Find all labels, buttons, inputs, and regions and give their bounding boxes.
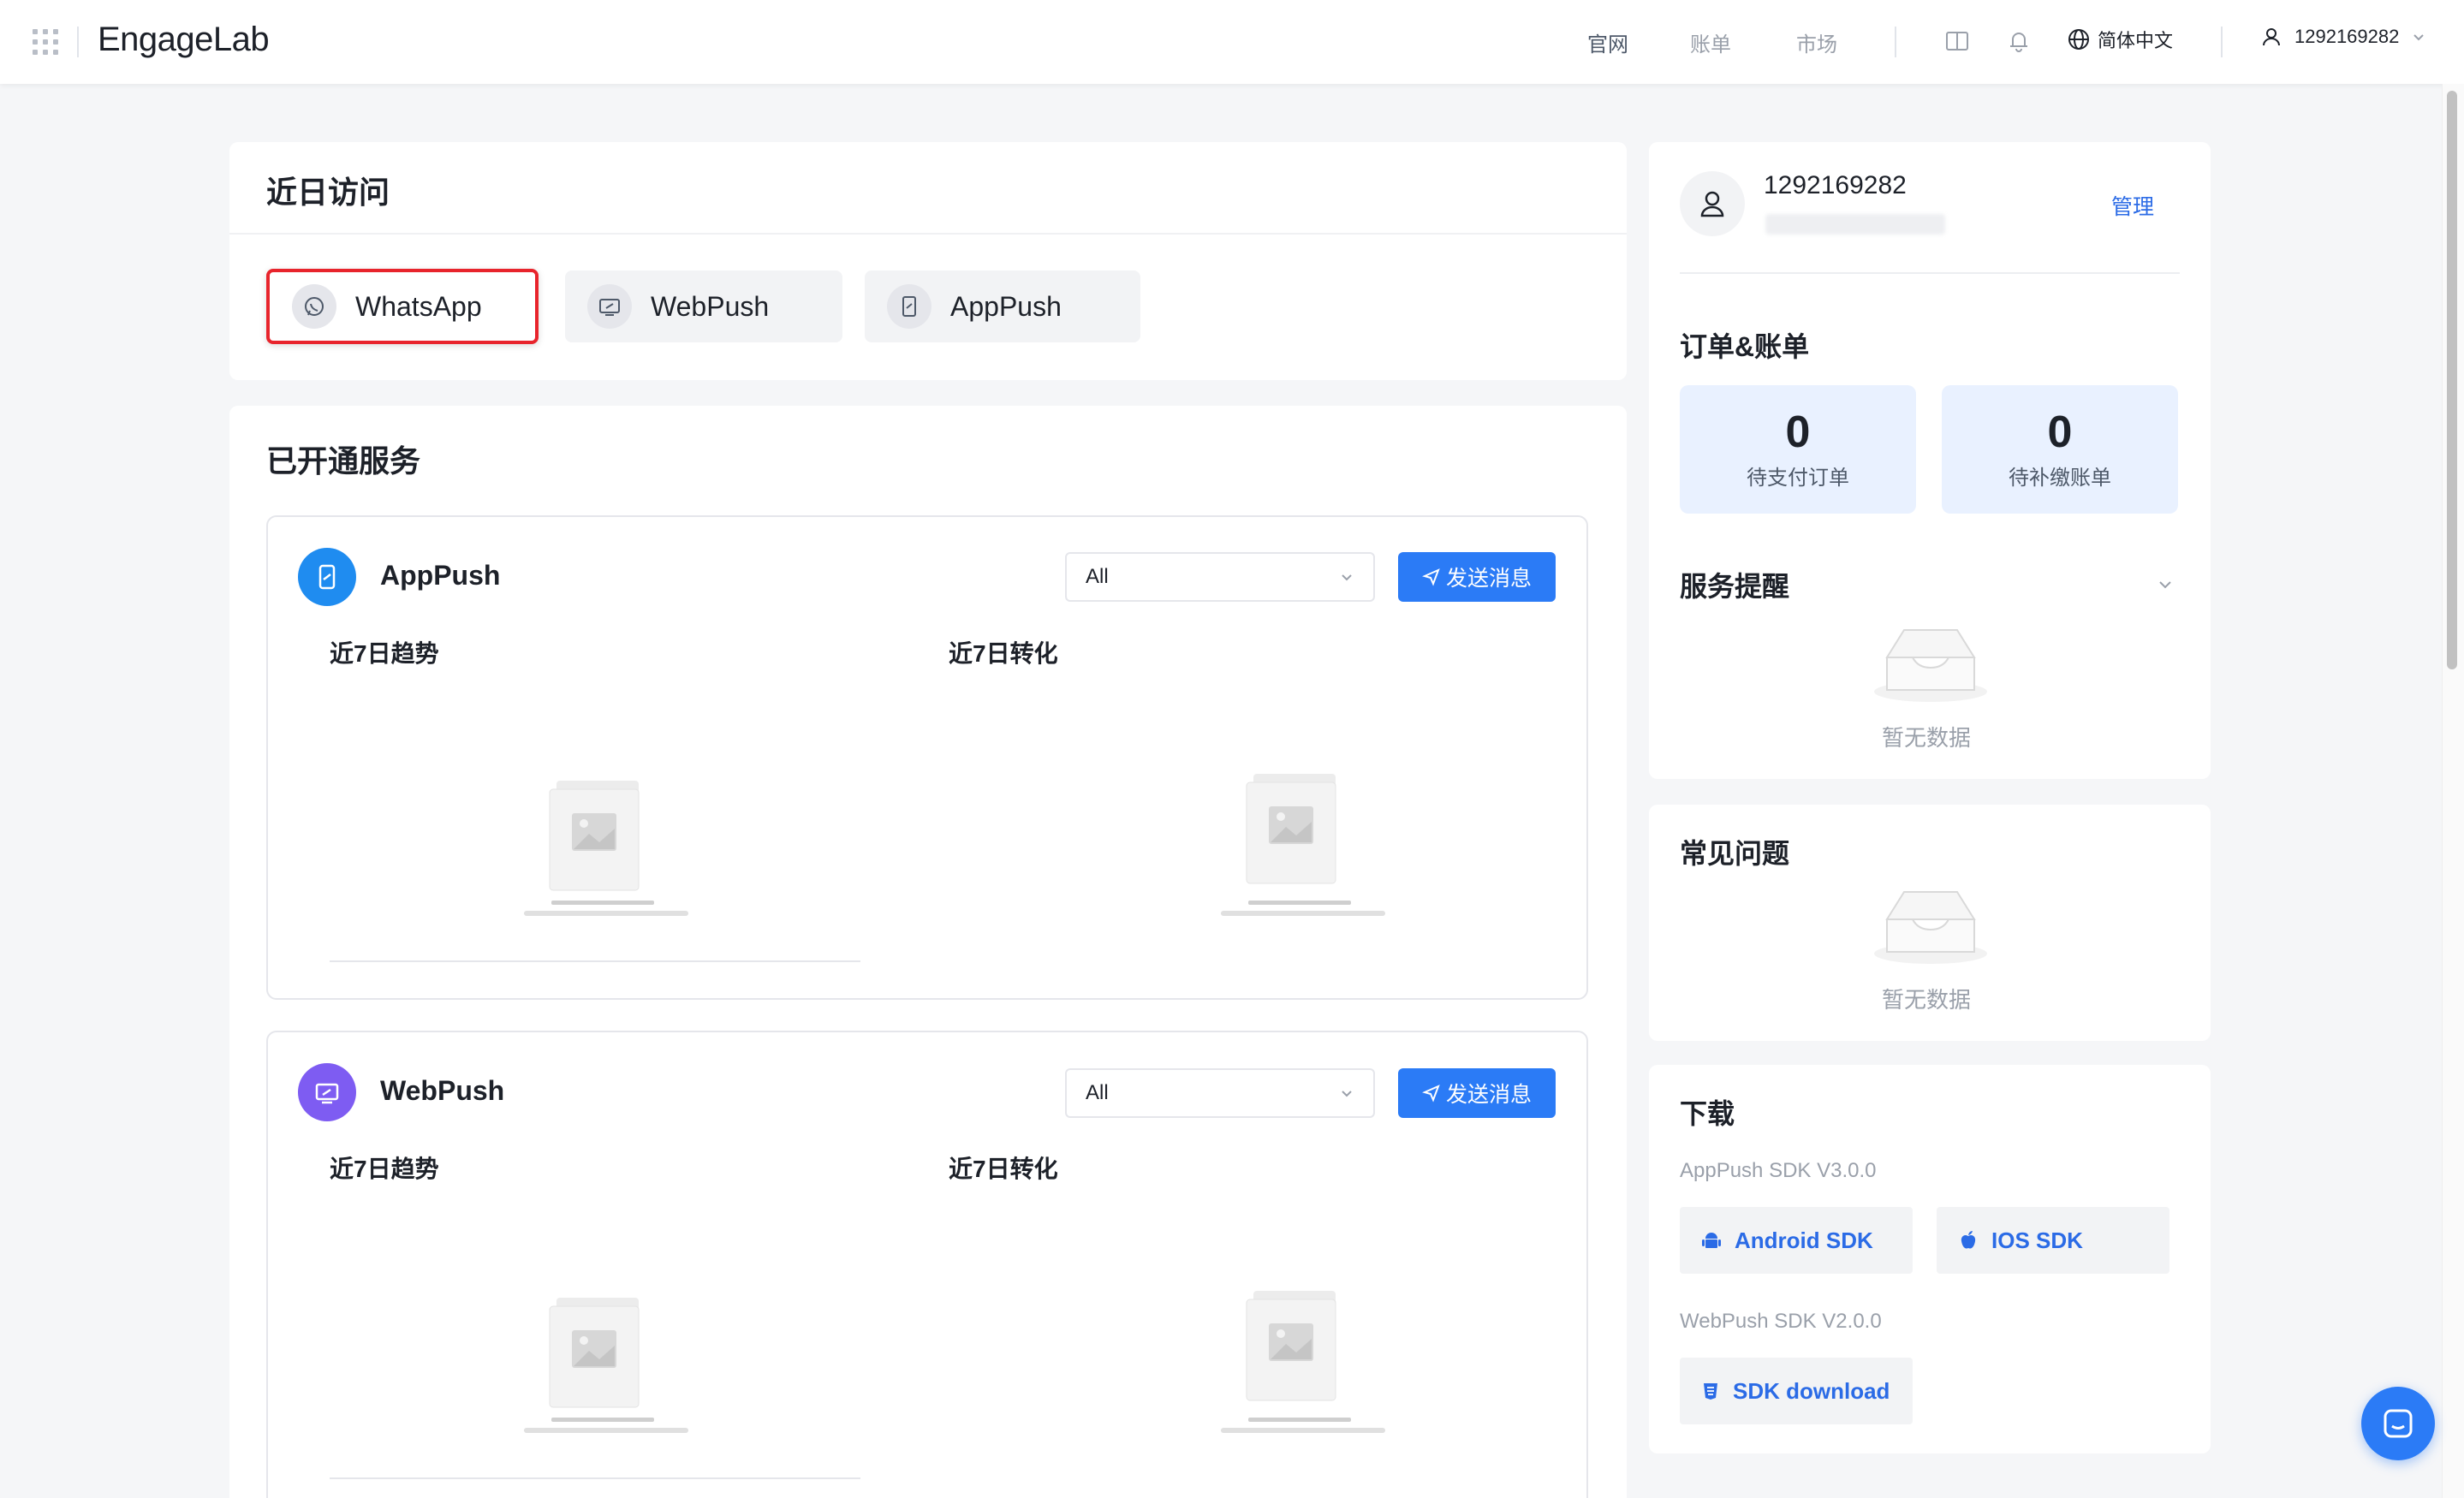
chevron-down-icon [2413,34,2425,41]
reminders-title: 服务提醒 [1680,571,1790,602]
button-label: SDK download [1733,1377,1890,1404]
user-menu[interactable]: 1292169282 [2260,26,2426,48]
android-icon [1702,1233,1721,1248]
quick-access-label: AppPush [950,290,1062,322]
ios-sdk-button[interactable]: IOS SDK [1937,1207,2169,1274]
quick-access-apppush[interactable]: AppPush [865,270,1140,342]
trend-label: 近7日趋势 [330,1156,439,1182]
quick-access-whatsapp[interactable]: WhatsApp [266,269,539,344]
conversion-label: 近7日转化 [949,1156,1058,1182]
divider [1895,27,1896,57]
quick-access-webpush[interactable]: WebPush [565,270,842,342]
divider [1680,272,2180,274]
button-label: IOS SDK [1991,1227,2083,1253]
empty-chart-image-icon [1221,1291,1385,1433]
recent-visits-card [229,142,1627,380]
select-value: All [1086,1081,1109,1104]
book-icon[interactable] [1943,27,1971,55]
chevron-down-icon[interactable] [2156,575,2175,594]
globe-icon [2068,29,2089,50]
send-icon [1422,1085,1440,1103]
whatsapp-icon [292,284,336,329]
language-label: 简体中文 [2098,30,2174,51]
apps-grid-icon[interactable] [33,29,58,55]
chevron-down-icon [1342,574,1352,581]
quick-access-label: WebPush [651,290,770,322]
divider [2221,27,2223,57]
quick-access-label: WhatsApp [355,290,482,322]
empty-state-text: 暂无数据 [1882,987,1972,1013]
apppush-service-icon [298,548,356,606]
avatar[interactable] [1680,171,1745,236]
user-icon [1700,191,1724,217]
nav-bill[interactable]: 账单 [1690,27,1731,57]
stat-value: 0 [1785,407,1811,457]
filter-select[interactable]: All [1065,552,1375,602]
chevron-down-icon [1342,1091,1352,1097]
trend-label: 近7日趋势 [330,640,439,667]
download-title: 下载 [1680,1098,1735,1129]
html5-icon [1704,1383,1717,1400]
conversion-label: 近7日转化 [949,640,1058,667]
nav-official-site[interactable]: 官网 [1587,27,1628,57]
android-sdk-button[interactable]: Android SDK [1680,1207,1913,1274]
filter-select[interactable]: All [1065,1068,1375,1118]
username-label: 1292169282 [2294,26,2400,47]
language-switcher[interactable]: 简体中文 [2067,26,2173,53]
pending-payment-orders[interactable]: 0 待支付订单 [1680,385,1916,514]
button-label: Android SDK [1735,1227,1873,1253]
profile-username: 1292169282 [1764,171,1907,199]
stat-value: 0 [2047,407,2073,457]
service-name: AppPush [380,560,501,591]
redacted-email [1765,214,1945,235]
pending-bills[interactable]: 0 待补缴账单 [1942,385,2178,514]
send-message-button[interactable]: 发送消息 [1398,552,1556,602]
orders-title: 订单&账单 [1680,331,1810,362]
monitor-icon [587,284,632,329]
chat-icon [2384,1409,2413,1438]
divider [77,27,79,57]
select-value: All [1086,565,1109,588]
stat-label: 待支付订单 [1747,467,1849,490]
apppush-sdk-version: AppPush SDK V3.0.0 [1680,1159,1877,1182]
services-title: 已开通服务 [266,443,421,479]
user-icon [2263,28,2280,46]
chart-axis-line [330,960,860,962]
nav-market[interactable]: 市场 [1796,27,1837,57]
phone-icon [887,284,931,329]
send-message-label: 发送消息 [1445,567,1532,591]
sdk-download-button[interactable]: SDK download [1680,1358,1913,1424]
manage-link[interactable]: 管理 [2111,190,2154,221]
empty-chart-image-icon [524,781,688,916]
send-icon [1422,568,1440,586]
empty-box-icon [1874,629,1987,702]
stat-label: 待补缴账单 [2009,467,2111,490]
recent-visits-title: 近日访问 [266,175,390,210]
empty-chart-image-icon [1221,774,1385,916]
scrollbar-thumb[interactable] [2447,91,2457,669]
faq-title: 常见问题 [1680,838,1790,869]
service-name: WebPush [380,1075,505,1106]
engagelab-logo[interactable]: EngageLab [98,21,270,59]
chart-axis-line [330,1477,860,1479]
webpush-service-icon [298,1063,356,1121]
empty-chart-image-icon [524,1298,688,1433]
bell-icon[interactable] [2005,27,2033,55]
empty-state-text: 暂无数据 [1882,725,1972,751]
empty-box-icon [1874,891,1987,964]
chat-support-button[interactable] [2361,1387,2435,1460]
webpush-sdk-version: WebPush SDK V2.0.0 [1680,1310,1882,1333]
apple-icon [1961,1231,1976,1249]
send-message-button[interactable]: 发送消息 [1398,1068,1556,1118]
send-message-label: 发送消息 [1445,1083,1532,1107]
divider [229,233,1627,235]
